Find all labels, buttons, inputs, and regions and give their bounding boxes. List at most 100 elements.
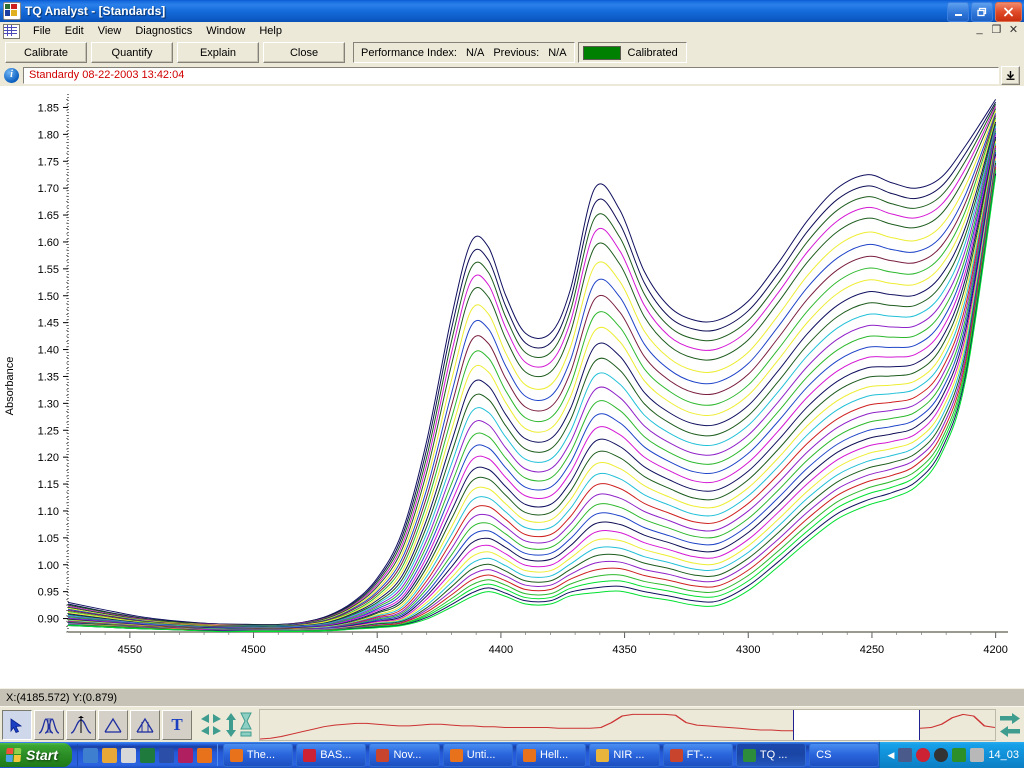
- taskbar-button-label: Hell...: [540, 749, 569, 761]
- peak-baseline-icon: [104, 717, 122, 733]
- taskbar-button-label: CS: [816, 749, 832, 761]
- svg-text:1.35: 1.35: [38, 371, 59, 383]
- taskbar-button-0[interactable]: The...: [222, 743, 294, 767]
- peak-area-tool[interactable]: [34, 710, 64, 740]
- network-icon[interactable]: [898, 748, 913, 762]
- excel-icon[interactable]: [139, 747, 155, 763]
- menu-item-view[interactable]: View: [91, 24, 129, 38]
- show-desktop-icon[interactable]: [82, 747, 98, 763]
- taskbar-button-icon: [742, 748, 756, 762]
- expand-vertical-icon[interactable]: [224, 712, 238, 738]
- peak-width-tool[interactable]: [130, 710, 160, 740]
- svg-text:4200: 4200: [983, 644, 1007, 656]
- taskbar-button-label: BAS...: [320, 749, 352, 761]
- down-arrow-icon: [1006, 70, 1015, 80]
- antivirus-icon[interactable]: [952, 748, 967, 762]
- previous-label: Previous:: [493, 46, 540, 59]
- taskbar-button-label: FT-...: [686, 749, 713, 761]
- ati-icon[interactable]: [916, 748, 931, 762]
- svg-text:4500: 4500: [241, 644, 265, 656]
- taskbar-button-label: Nov...: [393, 749, 422, 761]
- arrow-cursor-icon: [10, 718, 23, 734]
- taskbar-button-icon: [596, 748, 610, 762]
- svg-text:1.20: 1.20: [38, 452, 59, 464]
- taskbar-button-8[interactable]: CS: [809, 743, 880, 767]
- close-method-button[interactable]: Close: [263, 42, 345, 63]
- cursor-coordinates: X:(4185.572) Y:(0.879): [6, 692, 118, 704]
- taskbar-task-list: The... BAS... Nov... Unti... Hell... NIR ... F…: [222, 743, 880, 767]
- spectrum-plot-area[interactable]: Absorbance Wavenumbers (cm-1) 0.900.951.…: [0, 86, 1024, 688]
- close-button[interactable]: [995, 2, 1022, 22]
- spectrum-dropdown-button[interactable]: [1001, 65, 1020, 85]
- menu-item-window[interactable]: Window: [199, 24, 252, 38]
- menu-item-file[interactable]: File: [26, 24, 58, 38]
- taskbar-button-6[interactable]: FT-...: [662, 743, 733, 767]
- status-bar: X:(4185.572) Y:(0.879): [0, 688, 1024, 707]
- peak-baseline-tool[interactable]: [98, 710, 128, 740]
- peak-height-icon: [70, 716, 92, 734]
- spectrum-navigator[interactable]: [259, 709, 996, 741]
- svg-text:1.65: 1.65: [38, 210, 59, 222]
- collapse-vertical-icon[interactable]: [239, 712, 253, 738]
- window-title: TQ Analyst - [Standards]: [25, 4, 166, 18]
- taskbar-button-1[interactable]: BAS...: [296, 743, 367, 767]
- select-arrow-tool[interactable]: [2, 710, 32, 740]
- svg-text:1.70: 1.70: [38, 183, 59, 195]
- menu-item-edit[interactable]: Edit: [58, 24, 91, 38]
- chart-tool-strip: T: [0, 706, 1024, 743]
- tray-chevron-icon[interactable]: ◀: [887, 750, 894, 761]
- tq-analyst-window: TQ Analyst - [Standards] File Edit View …: [0, 0, 1024, 768]
- mdi-restore-button[interactable]: ❐: [990, 23, 1003, 36]
- mdi-minimize-button[interactable]: _: [973, 23, 986, 36]
- volume-icon[interactable]: [970, 748, 985, 762]
- performance-index-panel: Performance Index: N/A Previous: N/A: [353, 42, 575, 63]
- taskbar-button-5[interactable]: NIR ...: [589, 743, 660, 767]
- document-icon: [3, 23, 20, 39]
- mdi-close-button[interactable]: ✕: [1007, 23, 1020, 36]
- acrobat-icon[interactable]: [934, 748, 949, 762]
- taskbar-button-3[interactable]: Unti...: [442, 743, 514, 767]
- peak-height-tool[interactable]: [66, 710, 96, 740]
- taskbar-button-icon: [449, 748, 463, 762]
- info-icon: i: [4, 67, 19, 83]
- minimize-button[interactable]: [947, 2, 969, 22]
- taskbar-button-2[interactable]: Nov...: [369, 743, 440, 767]
- taskbar-button-4[interactable]: Hell...: [516, 743, 587, 767]
- scroll-left-icon[interactable]: [999, 725, 1021, 738]
- word-icon[interactable]: [158, 747, 174, 763]
- svg-text:4300: 4300: [736, 644, 760, 656]
- menu-item-help[interactable]: Help: [252, 24, 289, 38]
- pencil-icon[interactable]: [120, 747, 136, 763]
- calibrate-button[interactable]: Calibrate: [5, 42, 87, 63]
- quick-launch-bar: [76, 744, 218, 766]
- quantify-button[interactable]: Quantify: [91, 42, 173, 63]
- svg-text:1.00: 1.00: [38, 560, 59, 572]
- tray-clock[interactable]: 14_03: [988, 749, 1019, 761]
- expand-horizontal-icon[interactable]: [199, 712, 223, 738]
- title-bar: TQ Analyst - [Standards]: [0, 0, 1024, 22]
- navigator-scroll-buttons: [998, 712, 1022, 738]
- spectrum-name-field[interactable]: Standardy 08-22-2003 13:42:04: [23, 66, 999, 84]
- previous-value: N/A: [548, 46, 567, 59]
- performance-index-value: N/A: [466, 46, 485, 59]
- firefox-icon[interactable]: [196, 747, 212, 763]
- image-icon[interactable]: [177, 747, 193, 763]
- peak-width-icon: [136, 717, 154, 733]
- svg-text:1.50: 1.50: [38, 291, 59, 303]
- menu-bar: File Edit View Diagnostics Window Help _…: [0, 22, 1024, 40]
- menu-item-diagnostics[interactable]: Diagnostics: [128, 24, 199, 38]
- action-toolbar: Calibrate Quantify Explain Close Perform…: [0, 41, 1024, 64]
- explain-button[interactable]: Explain: [177, 42, 259, 63]
- taskbar-button-label: Unti...: [466, 749, 496, 761]
- scroll-right-icon[interactable]: [999, 712, 1021, 725]
- taskbar-button-7[interactable]: TQ ...: [735, 743, 807, 767]
- start-button[interactable]: Start: [0, 743, 72, 767]
- windows-taskbar: Start The... BAS... Nov... Unti... Hell... NI…: [0, 742, 1024, 768]
- text-annotation-tool[interactable]: T: [162, 710, 192, 740]
- taskbar-button-icon: [523, 748, 537, 762]
- spectrum-selector-bar: i Standardy 08-22-2003 13:42:04: [0, 64, 1024, 86]
- maximize-restore-button[interactable]: [971, 2, 993, 22]
- folder-icon[interactable]: [101, 747, 117, 763]
- navigator-selection[interactable]: [792, 710, 920, 740]
- taskbar-button-icon: [669, 748, 683, 762]
